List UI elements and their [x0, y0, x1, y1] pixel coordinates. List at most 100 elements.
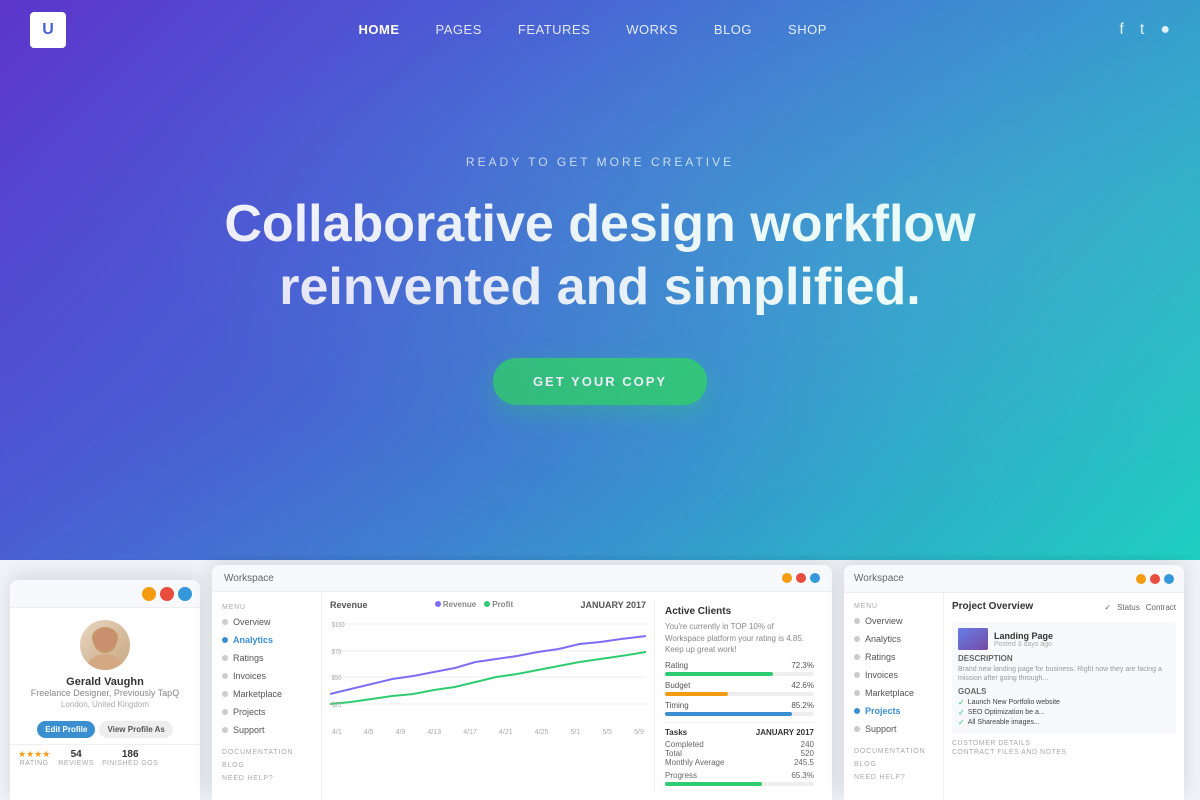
goal-item-1: ✓ Launch New Portfolio website — [958, 698, 1170, 707]
workspace-project-card: Workspace MENU Overview Analytics — [844, 565, 1184, 800]
profile-card-header — [10, 580, 200, 608]
sidebar-item-support[interactable]: Support — [212, 721, 321, 739]
sidebar-item-marketplace[interactable]: Marketplace — [212, 685, 321, 703]
sidebar-item-ratings[interactable]: Ratings — [212, 649, 321, 667]
sidebar-item-invoices[interactable]: Invoices — [212, 667, 321, 685]
profile-avatar-section: Gerald Vaughn Freelance Designer, Previo… — [10, 608, 200, 715]
ws-sidebar-projects[interactable]: Projects — [844, 702, 943, 720]
chart-title: Revenue — [330, 600, 368, 610]
ws-sidebar-invoices[interactable]: Invoices — [844, 666, 943, 684]
dot-red2 — [796, 573, 806, 583]
goal-label-1: Launch New Portfolio website — [968, 699, 1060, 706]
progress-fill-main — [665, 782, 762, 786]
timing-progress-bar — [665, 712, 814, 716]
stat-finished-label: FINISHED GOS — [102, 760, 158, 767]
analytics-sidebar: MENU Overview Analytics Ratings Invoices — [212, 592, 322, 800]
budget-bar-row: Budget42.6% — [665, 681, 814, 696]
stat-finished-val: 186 — [102, 749, 158, 760]
svg-text:$75: $75 — [332, 649, 342, 657]
sidebar-dot6 — [222, 727, 228, 733]
ws-sidebar: MENU Overview Analytics Ratings Invoices — [844, 593, 944, 800]
stat-rating-label: RATING — [18, 760, 50, 767]
blog-label: BLOG — [212, 758, 321, 771]
dot-red — [160, 587, 174, 601]
ws-sidebar-marketplace[interactable]: Marketplace — [844, 684, 943, 702]
chart-legend: Revenue Profit — [435, 600, 513, 610]
timing-fill — [665, 712, 792, 716]
nav-item-shop[interactable]: SHOP — [788, 21, 827, 39]
user-icon[interactable]: ● — [1160, 21, 1170, 39]
sidebar-dot5 — [222, 709, 228, 715]
ws-dot1 — [854, 618, 860, 624]
ws-label-marketplace: Marketplace — [865, 688, 914, 698]
nav-item-home[interactable]: HOME — [359, 21, 400, 39]
sidebar-item-projects[interactable]: Projects — [212, 703, 321, 721]
project-title: Landing Page — [994, 631, 1053, 641]
nav-link-pages[interactable]: PAGES — [436, 22, 482, 37]
active-clients-panel: Active Clients You're currently in TOP 1… — [654, 600, 824, 792]
dot-orange — [142, 587, 156, 601]
dot-blue — [178, 587, 192, 601]
nav-item-blog[interactable]: BLOG — [714, 21, 752, 39]
nav-item-features[interactable]: FEATURES — [518, 21, 590, 39]
ws-sidebar-overview[interactable]: Overview — [844, 612, 943, 630]
ws-doc-label: DOCUMENTATION — [844, 744, 943, 757]
chart-title-row: Revenue Revenue Profit JANUARY 2017 — [330, 600, 646, 610]
twitter-icon[interactable]: t — [1140, 21, 1144, 39]
project-desc: Brand new landing page for business. Rig… — [958, 665, 1170, 683]
view-profile-button[interactable]: View Profile As — [99, 721, 172, 738]
sidebar-label-analytics: Analytics — [233, 635, 273, 645]
edit-profile-button[interactable]: Edit Profile — [37, 721, 95, 738]
sidebar-dot — [222, 619, 228, 625]
nav-link-blog[interactable]: BLOG — [714, 22, 752, 37]
profile-buttons: Edit Profile View Profile As — [10, 721, 200, 738]
ws-header: Workspace — [844, 565, 1184, 593]
budget-fill — [665, 692, 728, 696]
budget-label: Budget42.6% — [665, 681, 814, 690]
stat-rating: ★★★★ RATING — [18, 749, 50, 767]
ws-dot4 — [854, 672, 860, 678]
get-your-copy-button[interactable]: GET YOUR COPY — [493, 358, 707, 405]
active-clients-title: Active Clients — [665, 606, 814, 617]
project-goals-label: GOALS — [958, 687, 1170, 696]
navbar-icons: f t ● — [1119, 21, 1170, 39]
sidebar-item-analytics[interactable]: Analytics — [212, 631, 321, 649]
sidebar-label-marketplace: Marketplace — [233, 689, 282, 699]
ws-menu-label: MENU — [844, 599, 943, 612]
rating-progress-bar — [665, 672, 814, 676]
project-desc-label: DESCRIPTION — [958, 654, 1170, 663]
nav-link-home[interactable]: HOME — [359, 22, 400, 37]
ws-dot6 — [854, 708, 860, 714]
status-label: Status — [1117, 603, 1140, 612]
sidebar-item-overview[interactable]: Overview — [212, 613, 321, 631]
analytics-card: Workspace MENU Overview Analytics — [212, 565, 832, 800]
hero-section: U HOME PAGES FEATURES WORKS BLOG SHOP f … — [0, 0, 1200, 560]
nav-link-works[interactable]: WORKS — [626, 22, 678, 37]
ws-sidebar-support[interactable]: Support — [844, 720, 943, 738]
project-card-mini: Landing Page Posted 3 days ago DESCRIPTI… — [952, 622, 1176, 734]
rating-label: Rating72.3% — [665, 661, 814, 670]
task-avg: Monthly Average245.5 — [665, 758, 814, 767]
facebook-icon[interactable]: f — [1119, 21, 1123, 39]
avatar — [80, 620, 130, 670]
contract-files-label: CONTRACT FILES AND NOTES — [952, 749, 1176, 756]
ws-sidebar-ratings[interactable]: Ratings — [844, 648, 943, 666]
project-overview-title: Project Overview — [952, 601, 1033, 612]
profile-stats: ★★★★ RATING 54 REVIEWS 186 FINISHED GOS — [10, 744, 200, 771]
ws-dot5 — [854, 690, 860, 696]
nav-link-shop[interactable]: SHOP — [788, 22, 827, 37]
nav-item-works[interactable]: WORKS — [626, 21, 678, 39]
check-icon-3: ✓ — [958, 718, 965, 727]
stat-reviews-val: 54 — [58, 749, 94, 760]
x-axis-labels: 4/14/54/94/134/174/214/255/15/55/9 — [330, 729, 646, 736]
logo[interactable]: U — [30, 12, 66, 48]
project-goals: ✓ Launch New Portfolio website ✓ SEO Opt… — [958, 698, 1170, 727]
profile-name: Gerald Vaughn — [66, 676, 144, 688]
revenue-chart: Revenue Revenue Profit JANUARY 2017 — [330, 600, 646, 792]
chart-date: JANUARY 2017 — [580, 600, 646, 610]
ws-sidebar-analytics[interactable]: Analytics — [844, 630, 943, 648]
profile-location: London, United Kingdom — [61, 700, 149, 709]
nav-item-pages[interactable]: PAGES — [436, 21, 482, 39]
nav-link-features[interactable]: FEATURES — [518, 22, 590, 37]
navbar: U HOME PAGES FEATURES WORKS BLOG SHOP f … — [0, 0, 1200, 60]
